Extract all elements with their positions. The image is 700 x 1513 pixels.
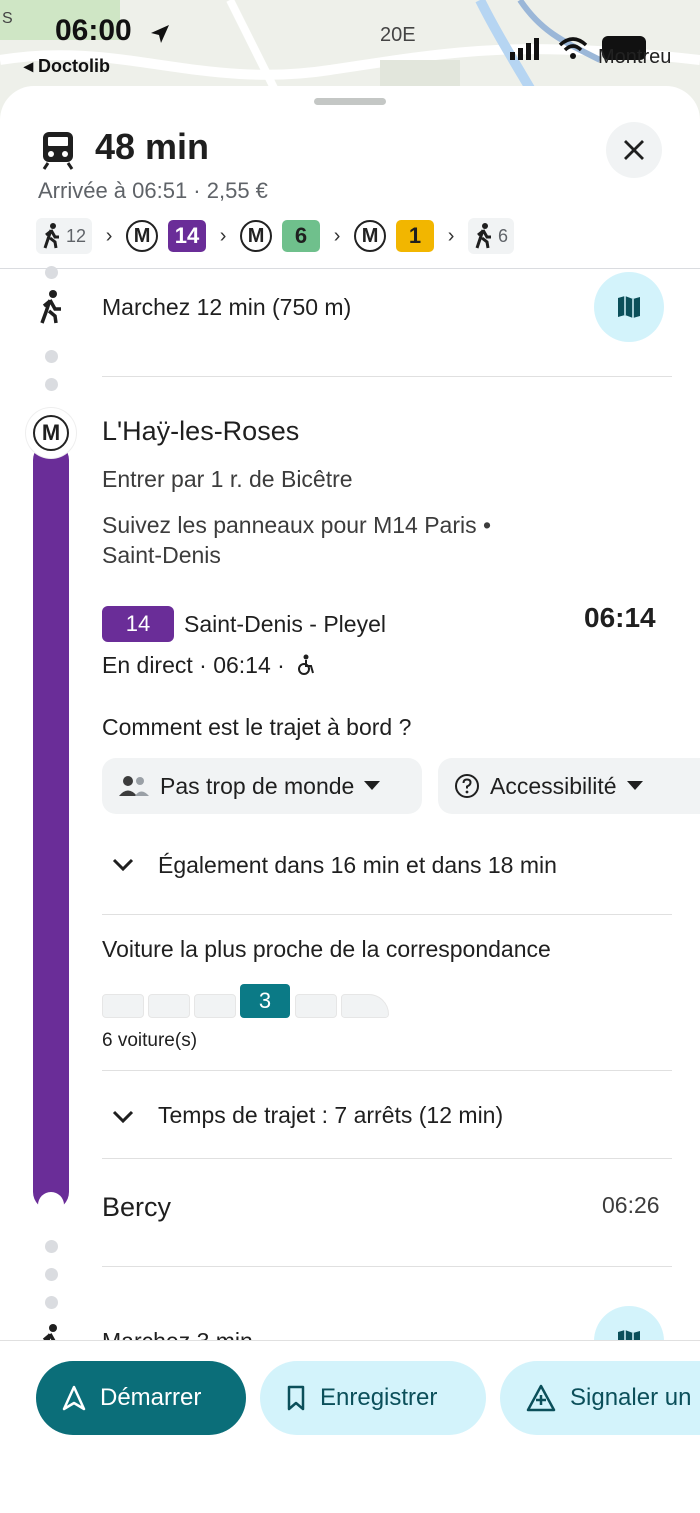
metro-symbol-icon: M — [354, 220, 387, 252]
arrival-stop-dot — [38, 1192, 64, 1218]
metro-line-14-track — [33, 442, 69, 1210]
report-button-label: Signaler un — [570, 1384, 692, 1411]
signal-icon — [510, 38, 539, 60]
train-car — [102, 994, 144, 1018]
wheelchair-icon — [298, 654, 315, 675]
walk-end-minutes: 6 — [498, 225, 509, 246]
line-badge-14: 14 — [102, 606, 174, 642]
wifi-icon — [558, 37, 588, 59]
crowd-question: Comment est le trajet à bord ? — [102, 714, 412, 740]
walk-instruction: Marchez 12 min (750 m) — [102, 294, 352, 320]
walk-icon — [43, 223, 59, 249]
action-bar: Démarrer Enregistrer Signaler un — [0, 1340, 700, 1513]
crowd-dropdown[interactable]: Pas trop de monde — [102, 758, 422, 814]
save-button-label: Enregistrer — [320, 1384, 438, 1411]
trip-duration: 48 min — [95, 126, 210, 167]
metro-symbol-icon: M — [240, 220, 273, 252]
chevron-down-icon — [112, 858, 134, 872]
chevron-right-icon: › — [333, 224, 341, 247]
start-button[interactable]: Démarrer — [36, 1361, 246, 1435]
header-divider — [0, 268, 700, 269]
separator — [102, 1158, 672, 1159]
timeline-dot — [45, 378, 58, 391]
train-car — [194, 994, 236, 1018]
separator — [102, 1070, 672, 1071]
line-badge-14: 14 — [168, 220, 207, 252]
chevron-right-icon: › — [105, 224, 113, 247]
location-arrow-icon — [151, 25, 169, 43]
status-bar: S 06:00 20E ◂ Doctolib Montreu — [0, 0, 700, 90]
caret-down-icon — [364, 781, 381, 790]
other-departures-text: Également dans 16 min et dans 18 min — [158, 852, 557, 878]
timeline-dot — [45, 1296, 58, 1309]
train-car-selected: 3 — [240, 984, 290, 1018]
step-walk-start: 12 — [36, 218, 93, 254]
separator — [102, 1266, 672, 1267]
clock: 06:00 — [55, 14, 132, 47]
walk-icon — [40, 290, 61, 324]
trip-steps[interactable]: 12 › M 14 › M 6 › M 1 › 6 — [36, 216, 515, 256]
train-car-front — [341, 994, 389, 1018]
navigation-arrow-icon — [62, 1385, 86, 1411]
map-label-montreuil: Montreu — [598, 46, 672, 68]
directions-sheet: 48 min Arrivée à 06:51 · 2,55 € 12 › M 1… — [0, 86, 700, 1512]
caret-down-icon — [626, 781, 643, 790]
line-badge-1: 1 — [396, 220, 435, 252]
accessibility-dropdown-label: Accessibilité — [490, 772, 617, 799]
departure-time: 06:14 — [584, 602, 656, 633]
warning-plus-icon — [526, 1384, 556, 1412]
timeline-dot — [45, 1240, 58, 1253]
follow-signs-line2: Saint-Denis — [102, 542, 221, 568]
station-metro-icon: M — [26, 408, 76, 458]
show-walk-map-button[interactable] — [594, 272, 664, 342]
live-status-text: En direct · 06:14 · — [102, 652, 285, 678]
departure-station-name: L'Haÿ-les-Roses — [102, 416, 300, 446]
close-button[interactable] — [606, 122, 662, 178]
crowd-dropdown-label: Pas trop de monde — [160, 772, 355, 799]
map-label-s: S — [2, 10, 13, 27]
back-to-app-link[interactable]: ◂ Doctolib — [24, 56, 110, 77]
line-badge-6: 6 — [282, 220, 321, 252]
separator — [102, 376, 672, 377]
timeline-dot — [45, 1268, 58, 1281]
help-circle-icon — [455, 774, 479, 798]
ride-time-text: Temps de trajet : 7 arrêts (12 min) — [158, 1102, 504, 1128]
map-icon — [618, 296, 640, 318]
timeline-dot — [45, 266, 58, 279]
entrance-instruction: Entrer par 1 r. de Bicêtre — [102, 466, 353, 492]
arrival-station-name: Bercy — [102, 1192, 172, 1222]
metro-symbol-icon: M — [126, 220, 159, 252]
car-count: 6 voiture(s) — [102, 1030, 198, 1051]
report-button[interactable]: Signaler un — [500, 1361, 700, 1435]
train-car — [295, 994, 337, 1018]
map-label-20e: 20E — [380, 24, 416, 46]
start-button-label: Démarrer — [100, 1384, 202, 1411]
chevron-right-icon: › — [219, 224, 227, 247]
close-icon — [624, 140, 644, 160]
walk-icon — [475, 223, 492, 249]
timeline-dot — [45, 350, 58, 363]
follow-signs-line1: Suivez les panneaux pour M14 Paris • — [102, 512, 492, 538]
trip-summary: Arrivée à 06:51 · 2,55 € — [38, 178, 268, 203]
back-app-label: Doctolib — [38, 56, 111, 76]
closest-car-title: Voiture la plus proche de la corresponda… — [102, 936, 551, 962]
metro-icon — [42, 132, 74, 170]
departure-direction: Saint-Denis - Pleyel — [184, 611, 386, 637]
people-icon — [119, 776, 149, 796]
accessibility-dropdown[interactable]: Accessibilité — [438, 758, 700, 814]
chevron-right-icon: › — [447, 224, 455, 247]
drag-handle[interactable] — [314, 98, 386, 105]
live-status: En direct · 06:14 · — [102, 652, 317, 679]
step-walk-end: 6 — [468, 218, 515, 254]
bookmark-icon — [287, 1385, 305, 1411]
metro-symbol-icon: M — [33, 415, 69, 451]
arrival-time: 06:26 — [602, 1192, 660, 1218]
walk-start-minutes: 12 — [66, 225, 87, 246]
train-car — [148, 994, 190, 1018]
separator — [102, 914, 672, 915]
chevron-down-icon — [112, 1110, 134, 1124]
save-button[interactable]: Enregistrer — [260, 1361, 486, 1435]
